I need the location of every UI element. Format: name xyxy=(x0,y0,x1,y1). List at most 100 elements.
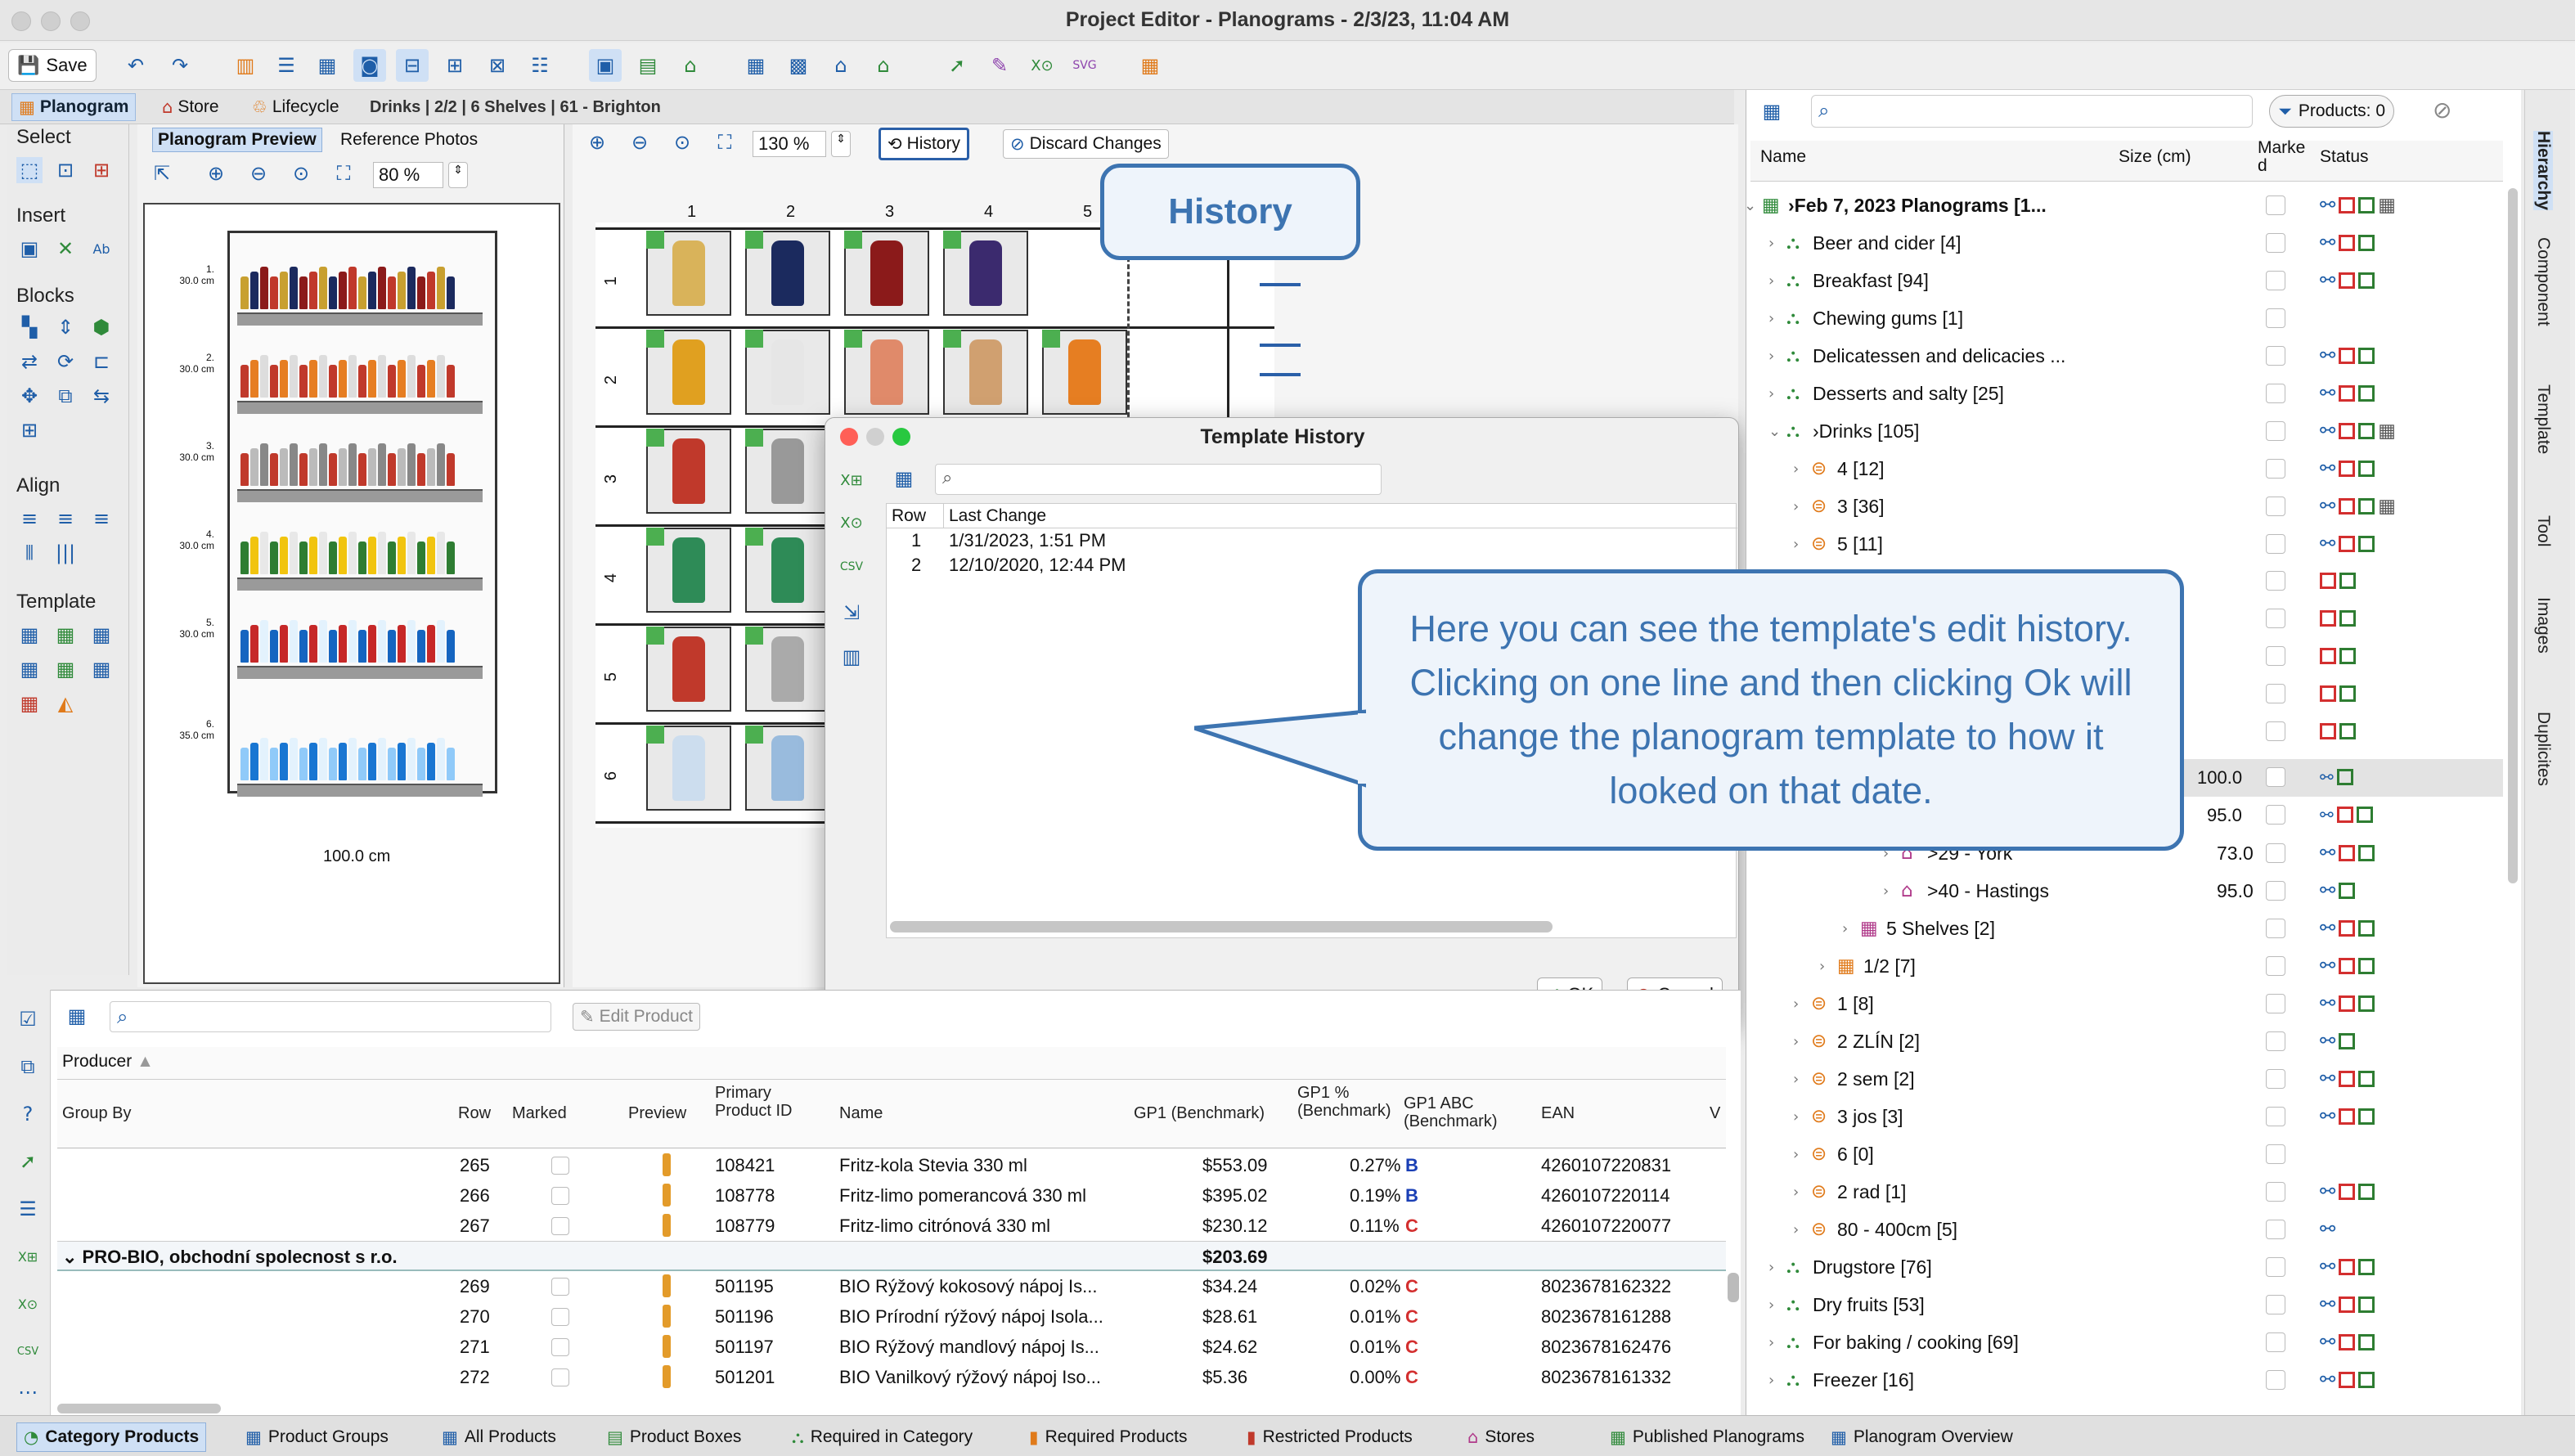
cursor-icon[interactable]: ➚ xyxy=(941,49,973,82)
planogram-slot[interactable] xyxy=(745,726,830,811)
tab-category-products[interactable]: ◔ Category Products xyxy=(16,1422,207,1452)
align-center-icon[interactable]: ≡ xyxy=(52,506,79,532)
products-filter-badge[interactable]: ⏷ Products: 0 xyxy=(2269,95,2395,128)
block-rotate-icon[interactable]: ⟳ xyxy=(52,348,79,375)
products-search-input[interactable]: ⌕ xyxy=(110,1001,551,1032)
vtab-tool[interactable]: Tool xyxy=(2533,515,2553,547)
tree-row[interactable]: › ⊜ 6 [0] xyxy=(1750,1135,2503,1173)
expand-chevron-icon[interactable]: › xyxy=(1793,1071,1799,1088)
tab-planogram-overview[interactable]: ▦ Planogram Overview xyxy=(1824,1422,2020,1452)
zoom-fit-icon[interactable]: ⊙ xyxy=(288,160,314,186)
layout-icon[interactable]: ▦ xyxy=(1134,49,1166,82)
expand-chevron-icon[interactable]: ⌄ xyxy=(1744,197,1756,214)
undo-icon[interactable]: ↶ xyxy=(119,49,152,82)
block-split-icon[interactable]: ▚ xyxy=(16,314,43,340)
excel-export-icon[interactable]: X⊙ xyxy=(15,1291,41,1317)
tab-required-products[interactable]: ▮ Required Products xyxy=(1022,1422,1194,1452)
tree-row[interactable]: › ⊜ 5 [11] ⚯ xyxy=(1750,525,2503,563)
expand-chevron-icon[interactable]: › xyxy=(1793,461,1799,478)
template-c-icon[interactable]: ▦ xyxy=(88,622,115,648)
tree-row[interactable]: › ⊜ 3 [36] ⚯ ▦ xyxy=(1750,488,2503,525)
history-button[interactable]: ⟲ History xyxy=(879,128,969,160)
tree-row[interactable]: › ⊜ 80 - 400cm [5] ⚯ xyxy=(1750,1211,2503,1248)
tree-row[interactable]: › ⛬ Chewing gums [1] xyxy=(1750,299,2503,337)
hierarchy-columns-icon[interactable]: ▦ xyxy=(1759,98,1785,124)
check-list-icon[interactable]: ☑ xyxy=(15,1006,41,1032)
align-vertical-icon[interactable]: ⦀ xyxy=(16,540,43,566)
tree-row[interactable]: › ▦ 1/2 [7] ⚯ xyxy=(1750,947,2503,985)
template-a-icon[interactable]: ▦ xyxy=(16,622,43,648)
block-resize-icon[interactable]: ⇕ xyxy=(52,314,79,340)
tree-row[interactable]: › ⛬ Freezer [16] ⚯ xyxy=(1750,1361,2503,1399)
edit-product-button[interactable]: ✎ Edit Product xyxy=(573,1003,701,1031)
header-group-by[interactable]: Group By xyxy=(62,1104,131,1122)
planogram-slot[interactable] xyxy=(646,627,731,712)
tree-row[interactable]: › ⊜ 4 [12] ⚯ xyxy=(1750,450,2503,488)
header-v[interactable]: V xyxy=(1710,1104,1720,1122)
column-header-row[interactable]: Row xyxy=(887,504,944,528)
tab-lifecycle[interactable]: ♲ Lifecycle xyxy=(245,93,346,121)
marked-checkbox[interactable] xyxy=(2266,805,2285,825)
marked-checkbox[interactable] xyxy=(551,1157,569,1175)
marked-checkbox[interactable] xyxy=(2266,767,2285,787)
insert-text-icon[interactable]: Ab xyxy=(88,236,115,262)
excel-export-icon[interactable]: X⊙ xyxy=(1026,49,1058,82)
col-status[interactable]: Status xyxy=(2320,147,2369,167)
editor-zoom-fit-icon[interactable]: ⊙ xyxy=(669,129,695,155)
expand-chevron-icon[interactable]: › xyxy=(1768,1259,1774,1276)
products-columns-icon[interactable]: ▦ xyxy=(64,1003,90,1029)
expand-chevron-icon[interactable]: › xyxy=(1819,958,1825,975)
expand-chevron-icon[interactable]: ⌄ xyxy=(1768,423,1781,440)
block-move-icon[interactable]: ⇄ xyxy=(16,348,43,375)
marked-checkbox[interactable] xyxy=(2266,195,2285,215)
marked-checkbox[interactable] xyxy=(2266,1031,2285,1051)
zoom-in-icon[interactable]: ⊕ xyxy=(203,160,229,186)
vtab-hierarchy[interactable]: Hierarchy xyxy=(2533,131,2553,210)
distribute-icon[interactable]: ⊞ xyxy=(438,49,471,82)
marked-checkbox[interactable] xyxy=(2266,843,2285,863)
planogram-slot[interactable] xyxy=(745,231,830,316)
excel-icon[interactable]: X⊞ xyxy=(15,1243,41,1270)
store-layout-icon[interactable]: ▩ xyxy=(782,49,815,82)
vtab-component[interactable]: Component xyxy=(2533,237,2553,326)
header-marked[interactable]: Marked xyxy=(512,1104,567,1122)
clear-filter-icon[interactable]: ⊘ xyxy=(2433,97,2451,124)
table-row[interactable]: 272 501201 BIO Vanilkový rýžový nápoj Iso.… xyxy=(57,1362,1726,1392)
align-right-icon[interactable]: ≡ xyxy=(88,506,115,532)
tree-row[interactable]: › ⛬ For baking / cooking [69] ⚯ xyxy=(1750,1323,2503,1361)
hierarchy-search-input[interactable]: ⌕ xyxy=(1811,95,2253,128)
header-gp1-abc[interactable]: GP1 ABC (Benchmark) xyxy=(1404,1094,1502,1130)
expand-chevron-icon[interactable]: › xyxy=(1883,883,1889,900)
grid-view-icon[interactable]: ▣ xyxy=(589,49,622,82)
table-row[interactable]: 267 108779 Fritz-limo citrónová 330 ml $230… xyxy=(57,1211,1726,1241)
dialog-import-icon[interactable]: ⇲ xyxy=(838,600,865,626)
col-name[interactable]: Name xyxy=(1760,147,1806,167)
marked-checkbox[interactable] xyxy=(2266,684,2285,703)
tab-product-boxes[interactable]: ▤ Product Boxes xyxy=(600,1422,748,1452)
expand-chevron-icon[interactable]: › xyxy=(1768,235,1774,252)
marked-checkbox[interactable] xyxy=(551,1308,569,1326)
header-preview[interactable]: Preview xyxy=(628,1104,686,1122)
dialog-chart-icon[interactable]: ▥ xyxy=(838,644,865,670)
expand-chevron-icon[interactable]: › xyxy=(1793,1033,1799,1050)
tree-row[interactable]: › ⛬ Beer and cider [4] ⚯ xyxy=(1750,224,2503,262)
dialog-excel-icon[interactable]: X⊞ xyxy=(838,467,865,493)
header-gp1[interactable]: GP1 (Benchmark) xyxy=(1134,1104,1265,1122)
products-hscrollbar[interactable] xyxy=(57,1404,221,1413)
select-multiple-icon[interactable]: ⊞ xyxy=(88,157,115,183)
tree-row[interactable]: › ⛬ Breakfast [94] ⚯ xyxy=(1750,262,2503,299)
table-row[interactable]: 269 501195 BIO Rýžový kokosový nápoj Is...… xyxy=(57,1271,1726,1301)
tab-product-groups[interactable]: ▦ Product Groups xyxy=(239,1422,395,1452)
planogram-slot[interactable] xyxy=(646,726,731,811)
zoom-out-icon[interactable]: ⊖ xyxy=(245,160,272,186)
expand-chevron-icon[interactable]: › xyxy=(1842,920,1848,937)
tree-row[interactable]: › ⊜ 2 rad [1] ⚯ xyxy=(1750,1173,2503,1211)
table-row[interactable]: 265 108421 Fritz-kola Stevia 330 ml $553.09… xyxy=(57,1150,1726,1180)
dialog-columns-icon[interactable]: ▦ xyxy=(891,465,917,492)
tree-row[interactable]: › ⊜ 2 ZLÍN [2] ⚯ xyxy=(1750,1022,2503,1060)
block-swap-icon[interactable]: ⇆ xyxy=(88,383,115,409)
more-icon[interactable]: ⋯ xyxy=(15,1379,41,1405)
planogram-slot[interactable] xyxy=(1042,330,1127,415)
expand-chevron-icon[interactable]: › xyxy=(1768,348,1774,365)
expand-chevron-icon[interactable]: › xyxy=(1768,385,1774,402)
